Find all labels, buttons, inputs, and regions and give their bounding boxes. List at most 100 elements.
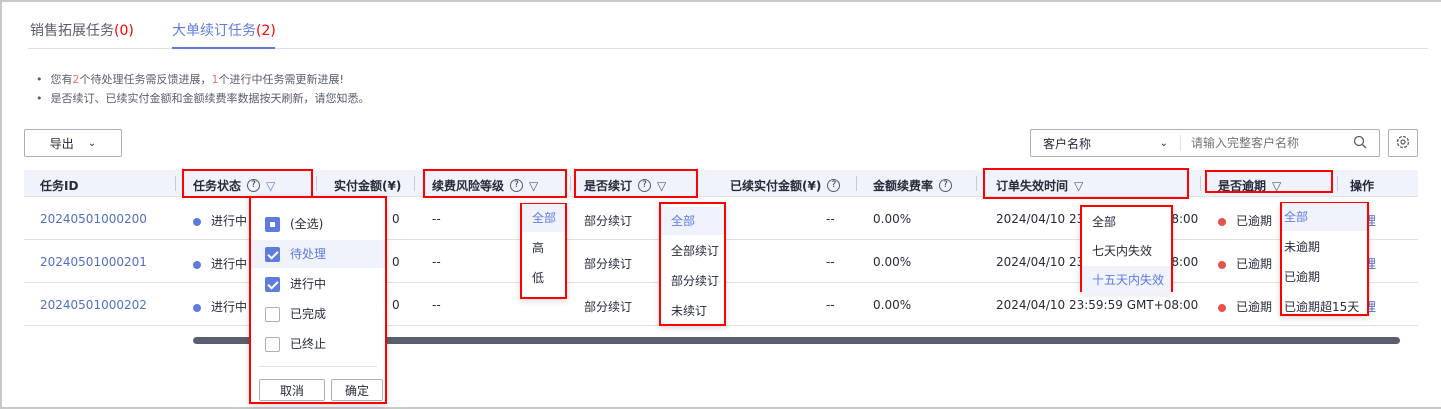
- dropdown-divider: [259, 366, 377, 367]
- help-icon[interactable]: ?: [939, 179, 953, 192]
- status-dot-icon: [193, 303, 201, 312]
- renew-filter-dropdown: 全部 全部续订 部分续订 未续订: [659, 202, 726, 326]
- filter-option[interactable]: 低: [522, 264, 565, 292]
- renewed-paid-cell: --: [826, 298, 835, 312]
- col-renew-rate: 金额续费率?: [873, 177, 953, 194]
- task-id-link[interactable]: 20240501000202: [40, 298, 147, 312]
- tab-label: 大单续订任务: [172, 23, 256, 39]
- col-divider: [856, 176, 857, 191]
- tab-sales-expansion[interactable]: 销售拓展任务(0): [30, 20, 134, 40]
- paid-amount-cell: 0: [392, 255, 400, 269]
- filter-option[interactable]: 已逾期超15天: [1282, 293, 1367, 321]
- export-label: 导出: [49, 136, 74, 151]
- checkbox[interactable]: [265, 277, 280, 292]
- status-option[interactable]: (全选): [251, 210, 385, 238]
- status-dot-icon: [193, 260, 201, 269]
- expire-filter-dropdown: 全部 七天内失效 十五天内失效: [1080, 205, 1173, 294]
- checkbox[interactable]: [265, 247, 280, 262]
- checkbox[interactable]: [265, 307, 280, 322]
- chevron-down-icon: ⌄: [87, 137, 97, 149]
- renew-rate-cell: 0.00%: [873, 212, 912, 226]
- tab-count: (2): [256, 23, 276, 39]
- filter-option[interactable]: 全部: [1282, 203, 1367, 231]
- notice-line-2: 是否续订、已续实付金额和金额续费率数据按天刷新，请您知悉。: [36, 90, 370, 106]
- search-icon[interactable]: [1353, 135, 1367, 152]
- status-cell: 进行中: [193, 298, 247, 315]
- status-dot-icon: [193, 217, 201, 226]
- status-cell: 进行中: [193, 255, 247, 272]
- filter-option[interactable]: 全部续订: [661, 237, 724, 265]
- search-field-label: 客户名称: [1043, 136, 1092, 151]
- highlight-box: [423, 169, 567, 198]
- expire-time-cell: 2024/04/10 23:59:59 GMT+08:00: [996, 298, 1199, 312]
- active-tab-indicator: [172, 47, 275, 49]
- status-option[interactable]: 已完成: [251, 300, 385, 328]
- help-icon[interactable]: ?: [827, 179, 841, 192]
- col-divider: [316, 176, 317, 191]
- filter-option[interactable]: 已逾期: [1282, 263, 1367, 291]
- risk-cell: --: [432, 255, 441, 269]
- renew-cell: 部分续订: [584, 257, 633, 271]
- paid-amount-cell: 0: [392, 298, 400, 312]
- confirm-button[interactable]: 确定: [331, 379, 383, 401]
- col-divider: [976, 176, 977, 191]
- notice-line-1: 您有2个待处理任务需反馈进展，1个进行中任务需更新进展!: [36, 71, 344, 87]
- settings-button[interactable]: [1388, 129, 1418, 157]
- renew-cell: 部分续订: [584, 300, 633, 314]
- search-field-select[interactable]: 客户名称 ⌄: [1031, 135, 1181, 151]
- filter-option[interactable]: 高: [522, 234, 565, 262]
- col-divider: [175, 176, 176, 191]
- col-divider: [414, 176, 415, 191]
- paid-amount-cell: 0: [392, 212, 400, 226]
- filter-option[interactable]: 全部: [1082, 208, 1171, 236]
- risk-cell: --: [432, 212, 441, 226]
- search-box: 客户名称 ⌄: [1030, 129, 1380, 157]
- export-button[interactable]: 导出 ⌄: [24, 129, 122, 157]
- risk-cell: --: [432, 298, 441, 312]
- col-divider: [1200, 176, 1201, 191]
- col-divider: [570, 176, 571, 191]
- status-filter-dropdown: (全选) 待处理 进行中 已完成 已终止 取消 确定: [249, 196, 387, 404]
- task-id-link[interactable]: 20240501000200: [40, 212, 147, 226]
- status-option[interactable]: 已终止: [251, 330, 385, 358]
- highlight-box: [1205, 170, 1333, 193]
- task-id-link[interactable]: 20240501000201: [40, 255, 147, 269]
- col-actions: 操作: [1350, 179, 1375, 193]
- status-cell: 进行中: [193, 212, 247, 229]
- gear-icon: [1396, 135, 1410, 152]
- filter-option[interactable]: 部分续订: [661, 267, 724, 295]
- renewed-paid-cell: --: [826, 212, 835, 226]
- cancel-button[interactable]: 取消: [259, 379, 325, 401]
- status-option[interactable]: 进行中: [251, 270, 385, 298]
- filter-option[interactable]: 全部: [522, 204, 565, 232]
- filter-option[interactable]: 未逾期: [1282, 233, 1367, 261]
- overdue-dot-icon: [1218, 303, 1226, 312]
- filter-option[interactable]: 未续订: [661, 297, 724, 325]
- tab-large-renewal[interactable]: 大单续订任务(2): [172, 20, 276, 40]
- checkbox[interactable]: [265, 337, 280, 352]
- overdue-cell: 已逾期: [1218, 255, 1272, 272]
- highlight-box: [574, 169, 698, 198]
- col-task-id: 任务ID: [40, 179, 79, 193]
- overdue-cell: 已逾期: [1218, 212, 1272, 229]
- search-input[interactable]: [1181, 136, 1353, 150]
- highlight-box: [182, 169, 313, 198]
- renew-rate-cell: 0.00%: [873, 298, 912, 312]
- filter-option[interactable]: 全部: [661, 207, 724, 235]
- filter-option[interactable]: 七天内失效: [1082, 237, 1171, 265]
- overdue-dot-icon: [1218, 260, 1226, 269]
- renew-rate-cell: 0.00%: [873, 255, 912, 269]
- tab-count: (0): [114, 23, 134, 39]
- tab-label: 销售拓展任务: [30, 23, 114, 39]
- renewed-paid-cell: --: [826, 255, 835, 269]
- status-option[interactable]: 待处理: [251, 240, 385, 268]
- overdue-dot-icon: [1218, 217, 1226, 226]
- col-paid-amount: 实付金额(¥): [334, 179, 402, 193]
- overdue-filter-dropdown: 全部 未逾期 已逾期 已逾期超15天: [1280, 202, 1369, 316]
- chevron-down-icon: ⌄: [1159, 137, 1168, 149]
- filter-option[interactable]: 十五天内失效: [1082, 266, 1171, 294]
- col-divider: [1337, 176, 1338, 191]
- renew-cell: 部分续订: [584, 214, 633, 228]
- checkbox[interactable]: [265, 217, 280, 232]
- col-renewed-paid: 已续实付金额(¥)?: [730, 177, 841, 194]
